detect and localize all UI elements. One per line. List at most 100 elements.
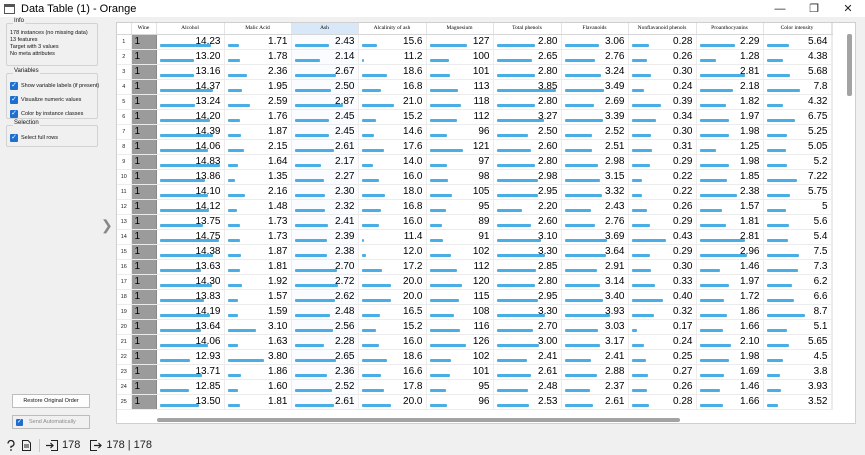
class-cell[interactable]: 1: [131, 184, 157, 200]
row-number[interactable]: 20: [117, 319, 132, 335]
table-row[interactable]: 17 1 14.30 1.92 2.72 20.0 120 2.80 3.14 0.33 1.97 6…: [117, 274, 833, 290]
table-cell[interactable]: 2.43: [561, 199, 629, 215]
class-cell[interactable]: 1: [131, 64, 157, 80]
table-cell[interactable]: 2.14: [291, 49, 359, 65]
table-cell[interactable]: 16.5: [358, 304, 427, 320]
row-number[interactable]: 14: [117, 229, 132, 245]
column-header[interactable]: Proanthocyanins: [696, 23, 764, 35]
table-cell[interactable]: 3.8: [763, 364, 832, 380]
table-cell[interactable]: 14.0: [358, 154, 427, 170]
table-cell[interactable]: 0.25: [628, 349, 697, 365]
table-cell[interactable]: 1.86: [696, 304, 764, 320]
table-cell[interactable]: 1.98: [696, 154, 764, 170]
table-cell[interactable]: 0.24: [628, 79, 697, 95]
table-cell[interactable]: 2.56: [291, 319, 359, 335]
table-cell[interactable]: 1.81: [224, 259, 292, 275]
data-table[interactable]: Wine Alcohol Malic Acid Ash Alcalinity of as…: [116, 22, 856, 424]
table-cell[interactable]: 1.81: [224, 394, 292, 410]
table-cell[interactable]: 15.6: [358, 34, 427, 50]
table-cell[interactable]: 14.10: [156, 184, 225, 200]
table-cell[interactable]: 1.78: [224, 49, 292, 65]
table-cell[interactable]: 1.95: [224, 79, 292, 95]
table-cell[interactable]: 96: [426, 124, 494, 140]
table-cell[interactable]: 20.0: [358, 394, 427, 410]
table-cell[interactable]: 2.38: [291, 244, 359, 260]
table-cell[interactable]: 5: [763, 199, 832, 215]
table-row[interactable]: 23 1 13.71 1.86 2.36 16.6 101 2.61 2.88 0.27 1.69 3…: [117, 364, 833, 380]
table-cell[interactable]: 17.6: [358, 139, 427, 155]
table-cell[interactable]: 14.83: [156, 154, 225, 170]
table-cell[interactable]: 17.2: [358, 259, 427, 275]
table-cell[interactable]: 2.81: [696, 229, 764, 245]
table-row[interactable]: 20 1 13.64 3.10 2.56 15.2 116 2.70 3.03 0.17 1.66 5…: [117, 319, 833, 335]
visualize-numeric-values-checkbox[interactable]: ✓ Visualize numeric values: [10, 94, 94, 106]
table-cell[interactable]: 2.80: [493, 34, 562, 50]
column-header[interactable]: Magnesium: [426, 23, 494, 35]
table-cell[interactable]: 3.49: [561, 79, 629, 95]
table-row[interactable]: 2 1 13.20 1.78 2.14 11.2 100 2.65 2.76 0.26 1.28 4.…: [117, 49, 833, 65]
class-cell[interactable]: 1: [131, 169, 157, 185]
table-cell[interactable]: 16.8: [358, 199, 427, 215]
table-cell[interactable]: 2.45: [291, 124, 359, 140]
table-cell[interactable]: 115: [426, 289, 494, 305]
table-cell[interactable]: 12.0: [358, 244, 427, 260]
table-cell[interactable]: 101: [426, 64, 494, 80]
table-cell[interactable]: 14.20: [156, 109, 225, 125]
row-number[interactable]: 11: [117, 184, 132, 200]
table-cell[interactable]: 13.64: [156, 319, 225, 335]
table-cell[interactable]: 2.80: [493, 64, 562, 80]
table-cell[interactable]: 13.83: [156, 289, 225, 305]
table-cell[interactable]: 121: [426, 139, 494, 155]
class-cell[interactable]: 1: [131, 154, 157, 170]
table-cell[interactable]: 13.50: [156, 394, 225, 410]
table-cell[interactable]: 6.75: [763, 109, 832, 125]
table-cell[interactable]: 3.52: [763, 394, 832, 410]
class-cell[interactable]: 1: [131, 319, 157, 335]
table-cell[interactable]: 1.98: [696, 124, 764, 140]
table-cell[interactable]: 91: [426, 229, 494, 245]
table-cell[interactable]: 127: [426, 34, 494, 50]
table-row[interactable]: 10 1 13.86 1.35 2.27 16.0 98 2.98 3.15 0.22 1.85 7.…: [117, 169, 833, 185]
table-cell[interactable]: 0.39: [628, 94, 697, 110]
row-number[interactable]: 9: [117, 154, 132, 170]
table-cell[interactable]: 16.0: [358, 169, 427, 185]
table-cell[interactable]: 3.17: [561, 334, 629, 350]
class-cell[interactable]: 1: [131, 364, 157, 380]
table-cell[interactable]: 2.70: [291, 259, 359, 275]
table-cell[interactable]: 3.32: [561, 184, 629, 200]
table-cell[interactable]: 101: [426, 364, 494, 380]
table-cell[interactable]: 1.81: [696, 214, 764, 230]
table-cell[interactable]: 13.86: [156, 169, 225, 185]
table-cell[interactable]: 3.64: [561, 244, 629, 260]
table-cell[interactable]: 105: [426, 184, 494, 200]
table-cell[interactable]: 108: [426, 304, 494, 320]
table-cell[interactable]: 5.05: [763, 139, 832, 155]
table-cell[interactable]: 1.82: [696, 94, 764, 110]
table-cell[interactable]: 2.28: [291, 334, 359, 350]
row-number[interactable]: 25: [117, 394, 132, 410]
row-number[interactable]: 8: [117, 139, 132, 155]
table-cell[interactable]: 0.26: [628, 199, 697, 215]
table-cell[interactable]: 1.28: [696, 49, 764, 65]
table-cell[interactable]: 2.52: [291, 379, 359, 395]
table-cell[interactable]: 0.30: [628, 124, 697, 140]
class-cell[interactable]: 1: [131, 259, 157, 275]
row-number[interactable]: 6: [117, 109, 132, 125]
table-cell[interactable]: 12.85: [156, 379, 225, 395]
table-row[interactable]: 13 1 13.75 1.73 2.41 16.0 89 2.60 2.76 0.29 1.81 5.…: [117, 214, 833, 230]
table-cell[interactable]: 1.86: [224, 364, 292, 380]
table-cell[interactable]: 2.29: [696, 34, 764, 50]
table-cell[interactable]: 2.80: [493, 274, 562, 290]
show-variable-labels-checkbox[interactable]: ✓ Show variable labels (if present): [10, 80, 99, 92]
table-cell[interactable]: 1.87: [224, 244, 292, 260]
table-cell[interactable]: 1.60: [224, 379, 292, 395]
table-cell[interactable]: 1.87: [224, 124, 292, 140]
column-header[interactable]: Flavanoids: [561, 23, 629, 35]
table-cell[interactable]: 12.93: [156, 349, 225, 365]
table-cell[interactable]: 2.15: [224, 139, 292, 155]
table-cell[interactable]: 2.65: [493, 49, 562, 65]
table-cell[interactable]: 8.7: [763, 304, 832, 320]
table-row[interactable]: 24 1 12.85 1.60 2.52 17.8 95 2.48 2.37 0.26 1.46 3.…: [117, 379, 833, 395]
column-header[interactable]: Total phenols: [493, 23, 562, 35]
table-cell[interactable]: 18.6: [358, 349, 427, 365]
